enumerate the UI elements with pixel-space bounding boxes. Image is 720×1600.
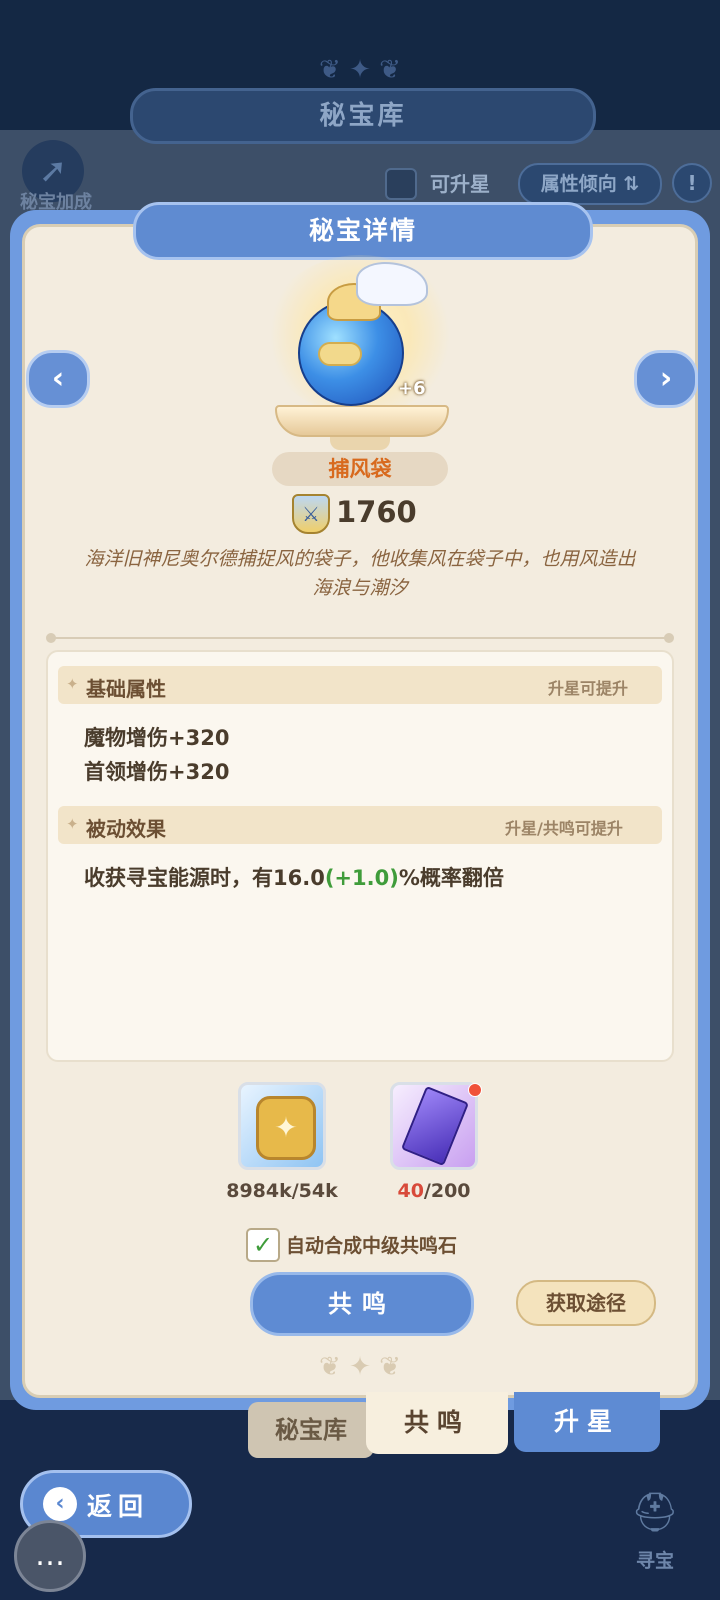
treasure-hunt-label: 寻宝	[635, 1550, 674, 1572]
attribute-sort-label: 属性倾向	[540, 173, 617, 195]
alert-dot-icon	[468, 1083, 482, 1097]
chevron-right-icon: ›	[659, 361, 673, 396]
treasure-hunt-icon[interactable]: ⛑	[624, 1490, 686, 1542]
chat-icon[interactable]: …	[14, 1520, 86, 1592]
resonate-button[interactable]: 共鸣	[250, 1272, 474, 1336]
base-attributes-hint: 升星可提升	[548, 679, 629, 698]
next-item-button[interactable]: ›	[634, 350, 698, 408]
back-arrow-icon: ‹	[43, 1487, 77, 1521]
auto-synthesize-checkbox[interactable]: ✓	[246, 1228, 280, 1262]
bottom-ornament-icon: ❦ ✦ ❦	[319, 1352, 401, 1382]
acquire-path-button[interactable]: 获取途径	[516, 1280, 656, 1326]
prev-item-button[interactable]: ‹	[26, 350, 90, 408]
stat-line: 魔物增伤+320	[84, 726, 230, 750]
item-name: 捕风袋	[272, 452, 448, 486]
star-icon: ✦	[66, 815, 79, 833]
info-icon[interactable]: !	[672, 163, 712, 203]
tab-upstar[interactable]: 升星	[514, 1392, 660, 1452]
upstar-filter-label: 可升星	[430, 172, 490, 196]
panel-title: 秘宝详情	[133, 202, 593, 260]
auto-synthesize-label: 自动合成中级共鸣石	[286, 1235, 458, 1257]
checkmark-icon: ✓	[252, 1231, 274, 1259]
passive-title: 被动效果	[86, 817, 166, 841]
material-gold-count: 8984k/54k	[226, 1180, 338, 1202]
item-description: 海洋旧神尼奥尔德捕捉风的袋子，他收集风在袋子中，也用风造出海浪与潮汐	[84, 548, 636, 599]
material-crystal-count: 40/200	[374, 1180, 494, 1202]
tab-vault[interactable]: 秘宝库	[248, 1402, 374, 1458]
divider-dot	[664, 633, 674, 643]
passive-effect: 收获寻宝能源时，有16.0(+1.0)%概率翻倍	[84, 862, 504, 892]
crystal-need: /200	[423, 1180, 471, 1202]
item-power: 1760	[336, 495, 417, 529]
star-icon: ✦	[66, 675, 79, 693]
header-ornament-icon: ❦ ✦ ❦	[319, 55, 401, 85]
pedestal	[275, 405, 449, 437]
stat-line: 首领增伤+320	[84, 760, 230, 784]
passive-text-before: 收获寻宝能源时，有16.0	[84, 866, 325, 890]
power-shield-icon: ⚔	[292, 494, 330, 534]
gold-coin-icon: ✦	[256, 1096, 316, 1160]
passive-text-after: %概率翻倍	[398, 866, 504, 890]
base-attributes-title: 基础属性	[86, 677, 166, 701]
passive-bonus: (+1.0)	[324, 866, 399, 890]
back-label: 返回	[87, 1492, 150, 1521]
upstar-filter-checkbox[interactable]	[385, 168, 417, 200]
chevron-left-icon: ‹	[51, 361, 65, 396]
divider-dot	[46, 633, 56, 643]
crystal-have: 40	[397, 1180, 424, 1202]
vault-title: 秘宝库	[130, 88, 596, 144]
tab-resonate[interactable]: 共鸣	[366, 1392, 508, 1454]
attributes-box	[46, 650, 674, 1062]
passive-hint: 升星/共鸣可提升	[505, 819, 623, 838]
divider	[50, 637, 670, 639]
attribute-sort-button[interactable]: 属性倾向 ⇅	[518, 163, 662, 205]
wind-swirl-icon	[318, 342, 362, 366]
item-level: +6	[398, 378, 426, 399]
